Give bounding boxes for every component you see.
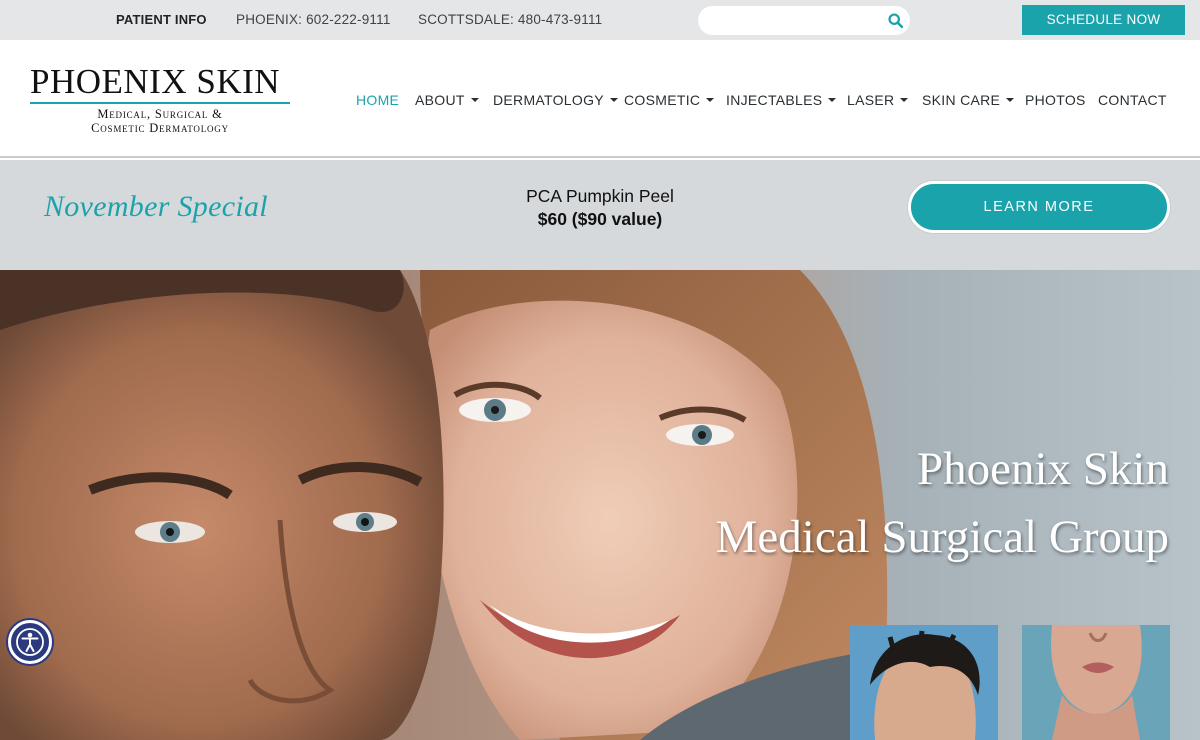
caret-down-icon	[1006, 98, 1015, 102]
promo-title: November Special	[44, 190, 268, 223]
nav-item-label: COSMETIC	[624, 92, 701, 108]
hero-thumbnail-neck[interactable]	[1022, 625, 1170, 740]
hero-banner: Phoenix Skin Medical Surgical Group	[0, 270, 1200, 740]
hero-thumbnail-hair[interactable]	[850, 625, 998, 740]
promo-offer-price: $60 ($90 value)	[537, 209, 663, 229]
nav-item-contact[interactable]: CONTACT	[1098, 92, 1167, 108]
nav-item-label: PHOTOS	[1025, 92, 1086, 108]
nav-item-about[interactable]: ABOUT	[415, 92, 479, 108]
schedule-now-button[interactable]: SCHEDULE NOW	[1022, 5, 1185, 35]
nav-item-cosmetic[interactable]: COSMETIC	[624, 92, 715, 108]
nav-item-home[interactable]: HOME	[356, 92, 399, 108]
caret-down-icon	[900, 98, 909, 102]
nav-item-label: SKIN CARE	[922, 92, 1001, 108]
site-header: PHOENIX SKIN Medical, Surgical & Cosmeti…	[0, 40, 1200, 158]
promo-offer-name: PCA Pumpkin Peel	[526, 186, 674, 206]
nav-item-laser[interactable]: LASER	[847, 92, 909, 108]
patient-info-link[interactable]: PATIENT INFO	[116, 12, 207, 27]
search-box	[698, 6, 910, 35]
nav-item-photos[interactable]: PHOTOS	[1025, 92, 1086, 108]
promo-offer: PCA Pumpkin Peel $60 ($90 value)	[450, 186, 750, 230]
nav-item-dermatology[interactable]: DERMATOLOGY	[493, 92, 618, 108]
nav-item-skin-care[interactable]: SKIN CARE	[922, 92, 1015, 108]
accessibility-button[interactable]	[8, 620, 52, 664]
logo-tagline-line2: Cosmetic Dermatology	[91, 121, 229, 135]
scottsdale-phone-link[interactable]: SCOTTSDALE: 480-473-9111	[418, 12, 602, 27]
nav-item-label: LASER	[847, 92, 895, 108]
nav-item-label: HOME	[356, 92, 400, 108]
nav-item-label: INJECTABLES	[726, 92, 823, 108]
main-nav: HOME ABOUT DERMATOLOGY COSMETIC INJECTAB…	[0, 92, 1200, 112]
top-utility-bar: PATIENT INFO PHOENIX: 602-222-9111 SCOTT…	[0, 0, 1200, 40]
hero-heading-line2: Medical Surgical Group	[715, 511, 1169, 563]
nav-item-label: ABOUT	[415, 92, 465, 108]
thumbnail-image	[850, 625, 998, 740]
nav-item-injectables[interactable]: INJECTABLES	[726, 92, 837, 108]
nav-item-label: CONTACT	[1098, 92, 1167, 108]
learn-more-button[interactable]: LEARN MORE	[908, 181, 1170, 233]
accessibility-icon	[16, 628, 44, 656]
search-input[interactable]	[712, 10, 882, 31]
search-icon[interactable]	[887, 12, 904, 29]
caret-down-icon	[470, 98, 479, 102]
hero-photo	[0, 270, 1200, 740]
caret-down-icon	[609, 98, 618, 102]
caret-down-icon	[706, 98, 715, 102]
phoenix-phone-link[interactable]: PHOENIX: 602-222-9111	[236, 12, 391, 27]
nav-item-label: DERMATOLOGY	[493, 92, 604, 108]
promo-banner: November Special PCA Pumpkin Peel $60 ($…	[0, 160, 1200, 270]
caret-down-icon	[828, 98, 837, 102]
thumbnail-image	[1022, 625, 1170, 740]
hero-heading-line1: Phoenix Skin	[916, 443, 1169, 495]
